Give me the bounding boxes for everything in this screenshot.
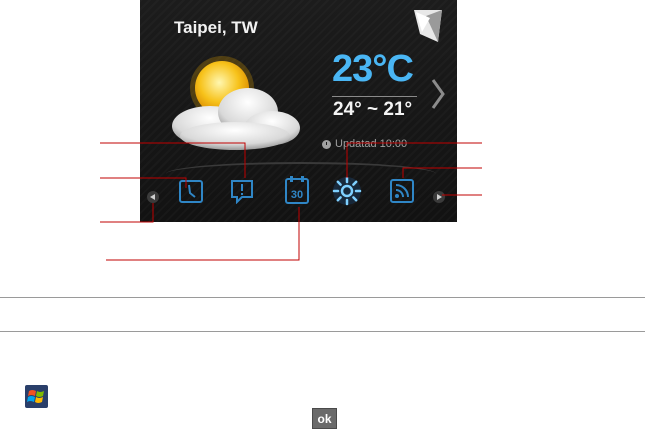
divider-top: [0, 297, 645, 298]
callout-clock: [100, 177, 187, 188]
windows-flag-icon: [25, 385, 48, 408]
callout-weather: [346, 142, 482, 178]
callout-messages: [100, 142, 246, 178]
callout-calendar: [106, 207, 300, 261]
callout-previous: [100, 203, 154, 223]
ok-button[interactable]: ok: [312, 408, 337, 429]
callout-rss: [402, 167, 482, 178]
divider-bottom: [0, 331, 645, 332]
callout-lines: [100, 142, 482, 261]
